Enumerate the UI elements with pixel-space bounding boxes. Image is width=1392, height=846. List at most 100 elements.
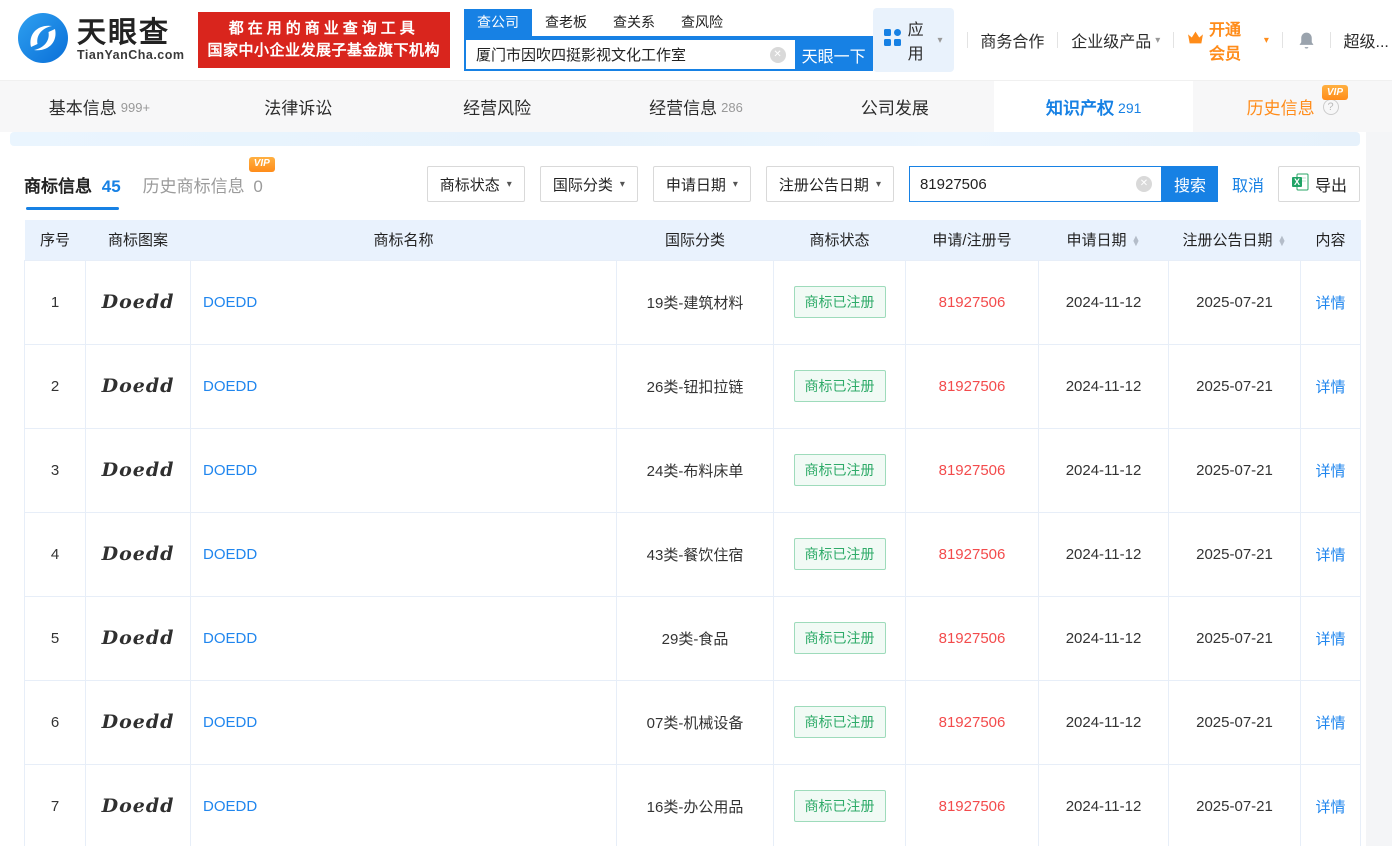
filter-trademark-status[interactable]: 商标状态 ▾ bbox=[426, 166, 525, 202]
keyword-search-input[interactable] bbox=[909, 175, 1161, 193]
col-label: 注册公告日期 bbox=[1182, 232, 1273, 250]
open-vip-label: 开通会员 bbox=[1209, 22, 1242, 63]
tab-legal-proceedings[interactable]: 法律诉讼 bbox=[199, 81, 398, 132]
status-badge: 商标已注册 bbox=[793, 538, 886, 570]
reg-number-cell: 81927506 bbox=[905, 343, 1039, 429]
chevron-down-icon: ▾ bbox=[937, 34, 943, 46]
chevron-down-icon: ▾ bbox=[1263, 34, 1269, 46]
tab-label: 基本信息 bbox=[48, 99, 117, 118]
keyword-search-button[interactable]: 搜索 bbox=[1161, 166, 1218, 202]
help-icon[interactable]: ? bbox=[1322, 98, 1339, 115]
col-index: 序号 bbox=[24, 220, 86, 260]
detail-link[interactable]: 详情 bbox=[1315, 295, 1345, 312]
trademark-table: 序号 商标图案 商标名称 国际分类 商标状态 申请/注册号 申请日期 ▲ ▼ 注册公… bbox=[24, 220, 1361, 846]
trademark-name-link[interactable]: DOEDD bbox=[203, 630, 257, 647]
trademark-table-body: 1 Doedd DOEDD 19类-建筑材料 商标已注册 81927506 20… bbox=[24, 259, 1361, 846]
tianyancha-logo[interactable]: 天眼查 TianYanCha.com bbox=[18, 12, 185, 68]
trademark-name-link[interactable]: DOEDD bbox=[203, 294, 257, 311]
cancel-search-link[interactable]: 取消 bbox=[1232, 172, 1264, 196]
reg-number-cell: 81927506 bbox=[905, 511, 1039, 597]
trademark-image[interactable]: Doedd bbox=[102, 291, 175, 313]
apply-date-cell: 2024-11-12 bbox=[1038, 679, 1169, 765]
notifications-bell-icon[interactable] bbox=[1296, 30, 1317, 51]
trademark-name-link[interactable]: DOEDD bbox=[203, 546, 257, 563]
ip-content-panel: 商标信息 45 VIP 历史商标信息 0 商标状态 ▾ 国际分类 ▾ 申请日期 … bbox=[0, 132, 1364, 846]
tab-intellectual-property[interactable]: 知识产权 291 bbox=[994, 81, 1194, 132]
tab-basic-info[interactable]: 基本信息 999+ bbox=[0, 81, 199, 132]
nav-account-menu[interactable]: 超级... ▾ bbox=[1344, 28, 1388, 52]
trademark-image[interactable]: Doedd bbox=[102, 375, 175, 397]
trademark-image[interactable]: Doedd bbox=[102, 711, 175, 733]
trademark-name-link[interactable]: DOEDD bbox=[203, 798, 257, 815]
col-apply-date: 申请日期 ▲ ▼ bbox=[1038, 220, 1169, 260]
table-row: 4 Doedd DOEDD 43类-餐饮住宿 商标已注册 81927506 20… bbox=[24, 511, 1361, 597]
search-tab-company[interactable]: 查公司 bbox=[464, 9, 533, 36]
clear-search-icon[interactable]: ✕ bbox=[769, 46, 786, 63]
search-type-tabs: 查公司 查老板 查关系 查风险 bbox=[464, 9, 873, 38]
subtab-history-trademark[interactable]: VIP 历史商标信息 0 bbox=[143, 156, 275, 197]
search-tab-boss[interactable]: 查老板 bbox=[532, 9, 600, 36]
tab-company-development[interactable]: 公司发展 bbox=[795, 81, 994, 132]
crown-icon bbox=[1187, 30, 1204, 50]
status-badge: 商标已注册 bbox=[793, 790, 886, 822]
account-label: 超级... bbox=[1343, 34, 1388, 51]
trademark-name-link[interactable]: DOEDD bbox=[203, 462, 257, 479]
col-intl-class: 国际分类 bbox=[616, 220, 774, 260]
trademark-name-link[interactable]: DOEDD bbox=[203, 714, 257, 731]
apps-menu-button[interactable]: 应用 ▾ bbox=[872, 8, 954, 72]
trademark-image[interactable]: Doedd bbox=[102, 543, 175, 565]
reg-number-cell: 81927506 bbox=[905, 259, 1039, 345]
top-header: 天眼查 TianYanCha.com 都在用的商业查询工具 国家中小企业发展子基… bbox=[0, 0, 1392, 80]
nav-cooperation[interactable]: 商务合作 bbox=[980, 28, 1044, 52]
top-nav: 应用 ▾ 商务合作 企业级产品 ▾ 开通会员 ▾ 超级... ▾ bbox=[872, 8, 1392, 72]
search-tab-relation[interactable]: 查关系 bbox=[600, 9, 668, 36]
nav-enterprise[interactable]: 企业级产品 ▾ bbox=[1071, 28, 1160, 52]
detail-link[interactable]: 详情 bbox=[1315, 799, 1345, 816]
trademark-image[interactable]: Doedd bbox=[102, 627, 175, 649]
publish-date-cell: 2025-07-21 bbox=[1168, 259, 1301, 345]
filter-apply-date[interactable]: 申请日期 ▾ bbox=[652, 166, 751, 202]
filter-publish-date[interactable]: 注册公告日期 ▾ bbox=[765, 166, 894, 202]
detail-link[interactable]: 详情 bbox=[1315, 379, 1345, 396]
search-tab-risk[interactable]: 查风险 bbox=[668, 9, 736, 36]
company-section-tabs: 基本信息 999+ 法律诉讼 经营风险 经营信息 286 公司发展 知识产权 2… bbox=[0, 80, 1392, 132]
table-row: 6 Doedd DOEDD 07类-机械设备 商标已注册 81927506 20… bbox=[24, 679, 1361, 765]
trademark-image[interactable]: Doedd bbox=[102, 459, 175, 481]
tianyan-search-button[interactable]: 天眼一下 bbox=[794, 38, 873, 71]
filter-label: 国际分类 bbox=[552, 176, 613, 194]
sort-toggle[interactable]: ▲ ▼ bbox=[1277, 234, 1287, 249]
nav-open-vip[interactable]: 开通会员 ▾ bbox=[1187, 16, 1269, 64]
row-index: 3 bbox=[24, 427, 86, 513]
subtab-trademark-info[interactable]: 商标信息 45 bbox=[24, 172, 121, 210]
publish-date-cell: 2025-07-21 bbox=[1168, 511, 1301, 597]
export-button[interactable]: X 导出 bbox=[1277, 166, 1360, 202]
subtab-label: 商标信息 bbox=[24, 176, 92, 196]
divider bbox=[1057, 32, 1059, 48]
intl-class-cell: 43类-餐饮住宿 bbox=[616, 511, 774, 597]
trademark-name-link[interactable]: DOEDD bbox=[203, 378, 257, 395]
tab-operation-risk[interactable]: 经营风险 bbox=[398, 81, 597, 132]
trademark-image[interactable]: Doedd bbox=[102, 795, 175, 817]
tab-history-info[interactable]: VIP 历史信息 ? bbox=[1193, 81, 1392, 132]
tab-label: 法律诉讼 bbox=[264, 99, 333, 118]
tab-business-info[interactable]: 经营信息 286 bbox=[597, 81, 796, 132]
apply-date-cell: 2024-11-12 bbox=[1038, 595, 1169, 681]
chevron-down-icon: ▾ bbox=[1155, 34, 1161, 46]
company-search-input[interactable] bbox=[466, 46, 795, 63]
detail-link[interactable]: 详情 bbox=[1315, 631, 1345, 648]
apply-date-cell: 2024-11-12 bbox=[1038, 259, 1169, 345]
sort-down-icon: ▼ bbox=[1277, 238, 1287, 249]
intl-class-cell: 07类-机械设备 bbox=[616, 679, 774, 765]
clear-keyword-icon[interactable]: ✕ bbox=[1135, 176, 1152, 192]
detail-link[interactable]: 详情 bbox=[1315, 715, 1345, 732]
detail-link[interactable]: 详情 bbox=[1315, 463, 1345, 480]
trademark-subtabs: 商标信息 45 VIP 历史商标信息 0 bbox=[24, 156, 275, 210]
filter-intl-class[interactable]: 国际分类 ▾ bbox=[539, 166, 638, 202]
sort-toggle[interactable]: ▲ ▼ bbox=[1132, 234, 1141, 248]
publish-date-cell: 2025-07-21 bbox=[1168, 595, 1301, 681]
detail-link[interactable]: 详情 bbox=[1315, 547, 1345, 564]
filter-label: 申请日期 bbox=[665, 176, 726, 194]
apply-date-cell: 2024-11-12 bbox=[1038, 427, 1169, 513]
chevron-down-icon: ▾ bbox=[875, 178, 881, 190]
page-gutter bbox=[1366, 132, 1392, 846]
